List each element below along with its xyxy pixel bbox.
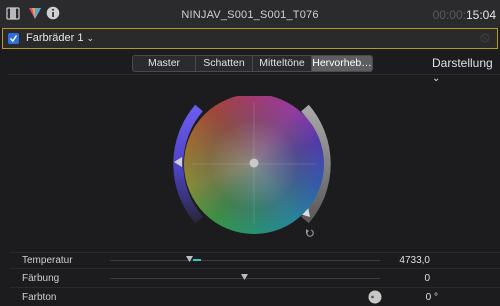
temperature-label: Temperatur xyxy=(22,255,73,266)
tint-value[interactable]: 0 xyxy=(370,273,430,284)
tab-bar: Master Schatten Mitteltöne Hervorheb… xyxy=(132,55,373,72)
clip-name: NINJAV_S001_S001_T076 xyxy=(181,9,319,21)
row-divider xyxy=(10,268,500,269)
timecode-seconds: 15:04 xyxy=(465,8,496,22)
row-divider xyxy=(10,252,500,253)
timecode: 00:00:15:04 xyxy=(433,8,496,22)
correction-name: Farbräder 1 xyxy=(26,32,84,44)
chevron-down-icon: ⌄ xyxy=(86,33,95,43)
correction-menu[interactable]: Farbräder 1 ⌄ xyxy=(26,32,94,44)
hue-label: Farbton xyxy=(22,292,57,303)
temperature-slider-handle[interactable] xyxy=(186,256,194,263)
color-wheel-control[interactable] xyxy=(160,96,350,240)
tab-master[interactable]: Master xyxy=(133,56,196,71)
tab-highlights[interactable]: Hervorheb… xyxy=(312,56,372,71)
checkmark-icon xyxy=(9,35,18,43)
tint-slider-handle[interactable] xyxy=(241,274,249,281)
temperature-track[interactable] xyxy=(110,260,380,261)
tint-label: Färbung xyxy=(22,273,60,284)
tab-shadows[interactable]: Schatten xyxy=(196,56,253,71)
temperature-indicator xyxy=(193,259,201,261)
view-menu-label: Darstellung xyxy=(432,56,493,70)
hue-value[interactable]: 0 ° xyxy=(370,292,438,303)
temperature-value[interactable]: 4733,0 xyxy=(370,255,430,266)
panel-divider xyxy=(8,74,500,75)
timecode-hours-minutes: 00:00: xyxy=(432,8,466,22)
view-menu[interactable]: Darstellung ⌄ xyxy=(432,56,500,84)
row-divider xyxy=(10,287,500,288)
reset-correction-icon[interactable] xyxy=(480,33,490,43)
tab-midtones[interactable]: Mitteltöne xyxy=(253,56,312,71)
color-puck[interactable] xyxy=(249,158,259,168)
